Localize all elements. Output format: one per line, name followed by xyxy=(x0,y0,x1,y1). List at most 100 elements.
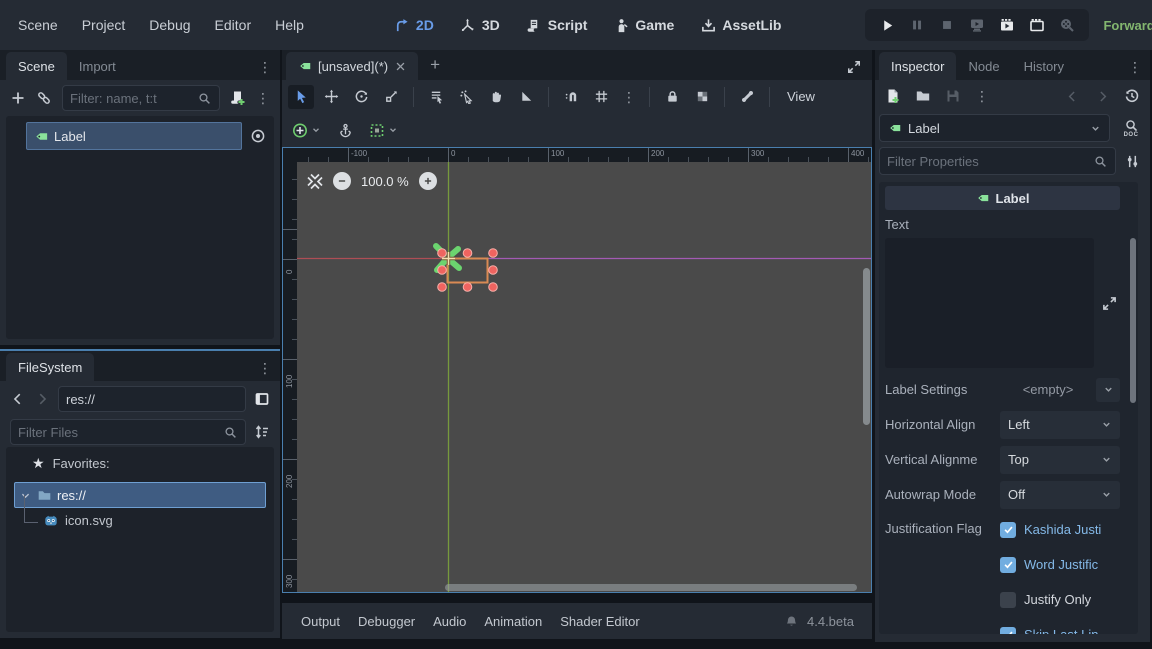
move-tool-button[interactable] xyxy=(318,85,344,109)
lock-object-button[interactable] xyxy=(659,85,685,109)
bottom-tab-output[interactable]: Output xyxy=(292,614,349,629)
file-sort-icon[interactable] xyxy=(254,424,270,440)
autowrap-mode-dropdown[interactable]: Off xyxy=(1000,481,1120,509)
tab-assetlib[interactable]: AssetLib xyxy=(700,17,781,33)
checkbox-checked-icon[interactable] xyxy=(1000,522,1016,538)
horizontal-align-dropdown[interactable]: Left xyxy=(1000,411,1120,439)
new-resource-icon[interactable] xyxy=(885,88,901,104)
skeleton-bone-button[interactable] xyxy=(734,85,760,109)
add-node-button[interactable] xyxy=(10,90,26,106)
history-back-icon[interactable] xyxy=(1064,88,1080,104)
flag-justify-only[interactable]: Justify Only xyxy=(1000,582,1120,617)
center-view-icon[interactable] xyxy=(307,173,323,189)
bottom-tab-audio[interactable]: Audio xyxy=(424,614,475,629)
scale-tool-button[interactable] xyxy=(378,85,404,109)
remote-debug-icon[interactable] xyxy=(969,17,985,33)
scene-tree-node-label[interactable]: Label xyxy=(26,122,242,150)
version-label[interactable]: 4.4.beta xyxy=(807,614,854,629)
save-resource-icon[interactable] xyxy=(945,88,961,104)
dock-menu-icon[interactable]: ⋮ xyxy=(258,361,280,381)
anchor-preset-button[interactable] xyxy=(292,122,321,138)
tab-filesystem[interactable]: FileSystem xyxy=(6,353,94,381)
expand-textarea-icon[interactable] xyxy=(1098,295,1120,311)
canvas-area[interactable]: 100.0 % xyxy=(297,162,871,592)
scene-filter-input[interactable]: Filter: name, t:t xyxy=(62,85,220,111)
renderer-selector[interactable]: Forward+ xyxy=(1103,17,1152,33)
bottom-tab-debugger[interactable]: Debugger xyxy=(349,614,424,629)
zoom-out-button[interactable] xyxy=(333,172,351,190)
menu-help[interactable]: Help xyxy=(263,17,316,33)
vertical-align-dropdown[interactable]: Top xyxy=(1000,446,1120,474)
bottom-tab-shader-editor[interactable]: Shader Editor xyxy=(551,614,649,629)
tab-import[interactable]: Import xyxy=(67,52,128,80)
toggle-split-mode-icon[interactable] xyxy=(254,391,270,407)
filesystem-root-item[interactable]: res:// xyxy=(14,482,266,508)
property-tools-icon[interactable] xyxy=(1124,153,1140,169)
instance-scene-icon[interactable] xyxy=(36,90,52,106)
dock-menu-icon[interactable]: ⋮ xyxy=(258,60,280,80)
scene-extra-menu-icon[interactable]: ⋮ xyxy=(256,91,270,105)
tab-game[interactable]: Game xyxy=(613,17,674,33)
menu-scene[interactable]: Scene xyxy=(6,17,70,33)
category-header[interactable]: Label xyxy=(885,186,1120,210)
filter-properties-input[interactable]: Filter Properties xyxy=(879,147,1116,175)
bottom-tab-animation[interactable]: Animation xyxy=(475,614,551,629)
grid-snap-button[interactable] xyxy=(588,85,614,109)
tab-2d[interactable]: 2D xyxy=(394,17,434,33)
snap-options-menu-icon[interactable]: ⋮ xyxy=(618,90,640,104)
tab-3d[interactable]: 3D xyxy=(460,17,500,33)
play-scene-button[interactable] xyxy=(999,17,1015,33)
view-menu-button[interactable]: View xyxy=(779,89,823,104)
pan-tool-button[interactable] xyxy=(483,85,509,109)
ruler-tool-button[interactable] xyxy=(513,85,539,109)
pause-button[interactable] xyxy=(909,17,925,33)
open-docs-button[interactable]: DOC xyxy=(1116,119,1146,138)
canvas-horizontal-scrollbar[interactable] xyxy=(445,584,857,591)
scene-tab-unsaved[interactable]: [unsaved](*) xyxy=(286,52,418,80)
2d-viewport[interactable]: -100 0 100 200 300 400 0 100 200 300 xyxy=(282,147,872,593)
favorites-item[interactable]: ★ Favorites: xyxy=(32,455,110,472)
tab-node[interactable]: Node xyxy=(956,52,1011,80)
zoom-in-button[interactable] xyxy=(419,172,437,190)
filesystem-file-item[interactable]: icon.svg xyxy=(44,513,113,528)
tab-history[interactable]: History xyxy=(1012,52,1076,80)
rotate-tool-button[interactable] xyxy=(348,85,374,109)
menu-editor[interactable]: Editor xyxy=(203,17,264,33)
checkbox-checked-icon[interactable] xyxy=(1000,557,1016,573)
play-button[interactable] xyxy=(879,17,895,33)
play-custom-scene-button[interactable] xyxy=(1029,17,1045,33)
expand-tab-icon[interactable] xyxy=(846,59,862,75)
container-sizing-button[interactable] xyxy=(369,122,398,138)
edit-history-icon[interactable] xyxy=(1124,88,1140,104)
close-icon[interactable] xyxy=(394,60,406,72)
node-selector-dropdown[interactable]: Label xyxy=(879,114,1110,142)
tab-scene[interactable]: Scene xyxy=(6,52,67,80)
dock-menu-icon[interactable]: ⋮ xyxy=(1128,60,1150,80)
history-forward-icon[interactable] xyxy=(1094,88,1110,104)
checkbox-unchecked-icon[interactable] xyxy=(1000,592,1016,608)
menu-debug[interactable]: Debug xyxy=(137,17,202,33)
nav-back-icon[interactable] xyxy=(10,391,26,407)
notification-bell-icon[interactable] xyxy=(783,613,799,629)
filter-files-input[interactable]: Filter Files xyxy=(10,419,246,445)
resource-extra-menu-icon[interactable]: ⋮ xyxy=(975,89,989,103)
tab-inspector[interactable]: Inspector xyxy=(879,52,956,80)
text-property-textarea[interactable] xyxy=(885,238,1094,368)
movie-maker-icon[interactable] xyxy=(1059,17,1075,33)
flag-word-justification[interactable]: Word Justific xyxy=(1000,547,1120,582)
smart-snap-button[interactable] xyxy=(558,85,584,109)
new-tab-button[interactable]: + xyxy=(418,55,452,80)
flag-skip-last-line[interactable]: Skip Last Lin xyxy=(1000,617,1120,634)
canvas-vertical-scrollbar[interactable] xyxy=(863,268,870,425)
stop-button[interactable] xyxy=(939,17,955,33)
snap-point-button[interactable] xyxy=(453,85,479,109)
zoom-level[interactable]: 100.0 % xyxy=(361,174,409,189)
flag-kashida-justification[interactable]: Kashida Justi xyxy=(1000,512,1120,547)
group-object-button[interactable] xyxy=(689,85,715,109)
visibility-eye-icon[interactable] xyxy=(250,128,266,144)
load-resource-folder-icon[interactable] xyxy=(915,88,931,104)
checkbox-checked-icon[interactable] xyxy=(1000,627,1016,635)
inspector-scrollbar[interactable] xyxy=(1130,238,1136,403)
list-select-button[interactable] xyxy=(423,85,449,109)
select-tool-button[interactable] xyxy=(288,85,314,109)
